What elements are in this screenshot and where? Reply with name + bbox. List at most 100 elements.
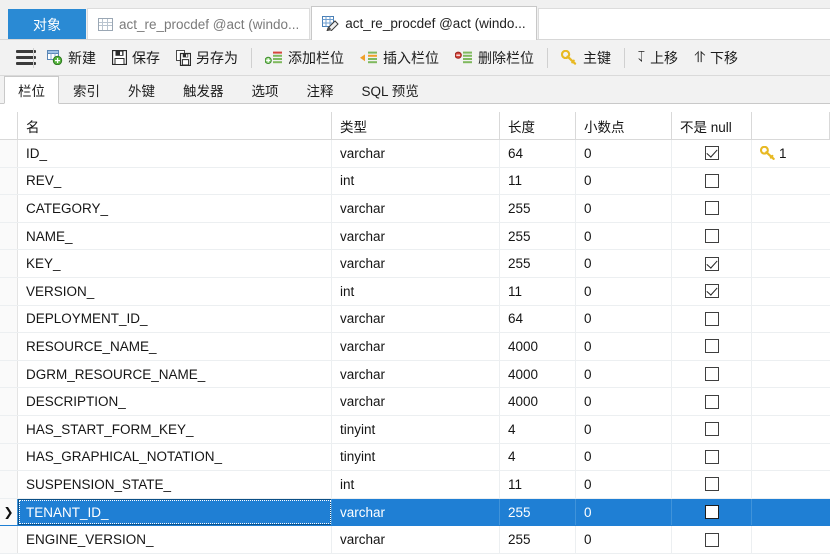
not-null-checkbox[interactable]: [704, 146, 719, 161]
row-indicator[interactable]: [0, 526, 18, 553]
tab-fields[interactable]: 栏位: [4, 76, 59, 104]
cell-primary-key[interactable]: 1: [752, 140, 830, 167]
cell-field-type[interactable]: int: [332, 471, 500, 498]
cell-primary-key[interactable]: [752, 388, 830, 415]
cell-field-decimals[interactable]: 0: [576, 471, 672, 498]
row-indicator[interactable]: [0, 388, 18, 415]
cell-field-length[interactable]: 255: [500, 195, 576, 222]
cell-field-length[interactable]: 11: [500, 167, 576, 195]
cell-not-null[interactable]: [672, 277, 752, 305]
cell-field-name[interactable]: DEPLOYMENT_ID_: [18, 305, 332, 333]
cell-primary-key[interactable]: [752, 195, 830, 222]
cell-field-length[interactable]: 255: [500, 526, 576, 553]
cell-field-type[interactable]: int: [332, 277, 500, 305]
cell-field-type[interactable]: tinyint: [332, 415, 500, 443]
row-indicator-current[interactable]: ❯: [0, 498, 18, 526]
cell-primary-key[interactable]: [752, 223, 830, 250]
cell-field-type[interactable]: tinyint: [332, 443, 500, 471]
cell-not-null[interactable]: [672, 140, 752, 167]
cell-field-name[interactable]: ENGINE_VERSION_: [18, 526, 332, 553]
tab-triggers[interactable]: 触发器: [169, 76, 238, 103]
cell-not-null[interactable]: [672, 471, 752, 498]
table-row[interactable]: ❯ TENANT_ID_ varchar 255 0: [0, 498, 830, 527]
table-row[interactable]: ID_ varchar 64 0 1: [0, 140, 830, 168]
hamburger-icon[interactable]: [6, 50, 36, 65]
table-row[interactable]: HAS_START_FORM_KEY_ tinyint 4 0: [0, 415, 830, 444]
not-null-checkbox[interactable]: [704, 256, 719, 271]
cell-field-decimals[interactable]: 0: [576, 360, 672, 388]
cell-not-null[interactable]: [672, 333, 752, 360]
cell-not-null[interactable]: [672, 195, 752, 222]
cell-field-name[interactable]: DESCRIPTION_: [18, 388, 332, 415]
cell-not-null[interactable]: [672, 167, 752, 195]
cell-field-decimals[interactable]: 0: [576, 167, 672, 195]
table-row[interactable]: VERSION_ int 11 0: [0, 277, 830, 306]
cell-primary-key[interactable]: [752, 168, 830, 195]
cell-not-null[interactable]: [672, 222, 752, 250]
row-indicator[interactable]: [0, 222, 18, 250]
cell-not-null[interactable]: [672, 498, 752, 526]
tab-table-data[interactable]: act_re_procdef @act (windo...: [87, 8, 311, 40]
cell-primary-key[interactable]: [752, 416, 830, 443]
table-row[interactable]: ENGINE_VERSION_ varchar 255 0: [0, 526, 830, 554]
cell-field-length[interactable]: 4000: [500, 360, 576, 388]
move-down-button[interactable]: ⥣ 下移: [686, 44, 746, 72]
tab-object-browser[interactable]: 对象: [8, 9, 86, 40]
cell-field-type[interactable]: varchar: [332, 195, 500, 222]
cell-field-decimals[interactable]: 0: [576, 443, 672, 471]
cell-field-type[interactable]: varchar: [332, 526, 500, 553]
cell-field-decimals[interactable]: 0: [576, 140, 672, 167]
cell-field-type[interactable]: varchar: [332, 222, 500, 250]
cell-field-decimals[interactable]: 0: [576, 195, 672, 222]
cell-primary-key[interactable]: [752, 444, 830, 471]
not-null-checkbox[interactable]: [704, 394, 719, 409]
table-row[interactable]: HAS_GRAPHICAL_NOTATION_ tinyint 4 0: [0, 443, 830, 472]
cell-field-type[interactable]: varchar: [332, 498, 500, 526]
cell-field-type[interactable]: varchar: [332, 250, 500, 277]
new-button[interactable]: 新建: [39, 44, 104, 72]
row-indicator[interactable]: [0, 360, 18, 388]
not-null-checkbox[interactable]: [704, 477, 719, 492]
table-row[interactable]: RESOURCE_NAME_ varchar 4000 0: [0, 333, 830, 361]
tab-foreign-keys[interactable]: 外键: [114, 76, 169, 103]
cell-field-name[interactable]: SUSPENSION_STATE_: [18, 471, 332, 498]
cell-primary-key[interactable]: [752, 306, 830, 333]
table-row[interactable]: DEPLOYMENT_ID_ varchar 64 0: [0, 305, 830, 334]
cell-field-length[interactable]: 11: [500, 277, 576, 305]
row-indicator[interactable]: [0, 415, 18, 443]
not-null-checkbox[interactable]: [704, 449, 719, 464]
not-null-checkbox[interactable]: [704, 311, 719, 326]
cell-field-name[interactable]: TENANT_ID_: [18, 498, 332, 526]
header-decimals[interactable]: 小数点: [576, 112, 672, 139]
not-null-checkbox[interactable]: [704, 422, 719, 437]
cell-not-null[interactable]: [672, 360, 752, 388]
cell-field-decimals[interactable]: 0: [576, 305, 672, 333]
cell-field-name[interactable]: DGRM_RESOURCE_NAME_: [18, 360, 332, 388]
cell-field-name[interactable]: RESOURCE_NAME_: [18, 333, 332, 360]
cell-primary-key[interactable]: [752, 361, 830, 388]
cell-field-decimals[interactable]: 0: [576, 415, 672, 443]
not-null-checkbox[interactable]: [704, 367, 719, 382]
row-indicator[interactable]: [0, 305, 18, 333]
cell-primary-key[interactable]: [752, 471, 830, 498]
cell-field-name[interactable]: ID_: [18, 140, 332, 167]
cell-not-null[interactable]: [672, 526, 752, 553]
tab-options[interactable]: 选项: [238, 76, 293, 103]
cell-field-name[interactable]: VERSION_: [18, 277, 332, 305]
save-button[interactable]: 保存: [104, 44, 168, 72]
not-null-checkbox[interactable]: [704, 229, 719, 244]
table-row[interactable]: KEY_ varchar 255 0: [0, 250, 830, 278]
tab-sql-preview[interactable]: SQL 预览: [348, 76, 433, 103]
row-indicator[interactable]: [0, 471, 18, 498]
cell-field-type[interactable]: varchar: [332, 333, 500, 360]
cell-field-name[interactable]: HAS_GRAPHICAL_NOTATION_: [18, 443, 332, 471]
cell-field-length[interactable]: 64: [500, 140, 576, 167]
cell-field-name[interactable]: HAS_START_FORM_KEY_: [18, 415, 332, 443]
move-up-button[interactable]: ⥡ 上移: [630, 44, 686, 72]
cell-field-name[interactable]: CATEGORY_: [18, 195, 332, 222]
cell-not-null[interactable]: [672, 415, 752, 443]
not-null-checkbox[interactable]: [704, 284, 719, 299]
cell-primary-key[interactable]: [752, 278, 830, 305]
cell-field-length[interactable]: 4000: [500, 333, 576, 360]
cell-not-null[interactable]: [672, 443, 752, 471]
